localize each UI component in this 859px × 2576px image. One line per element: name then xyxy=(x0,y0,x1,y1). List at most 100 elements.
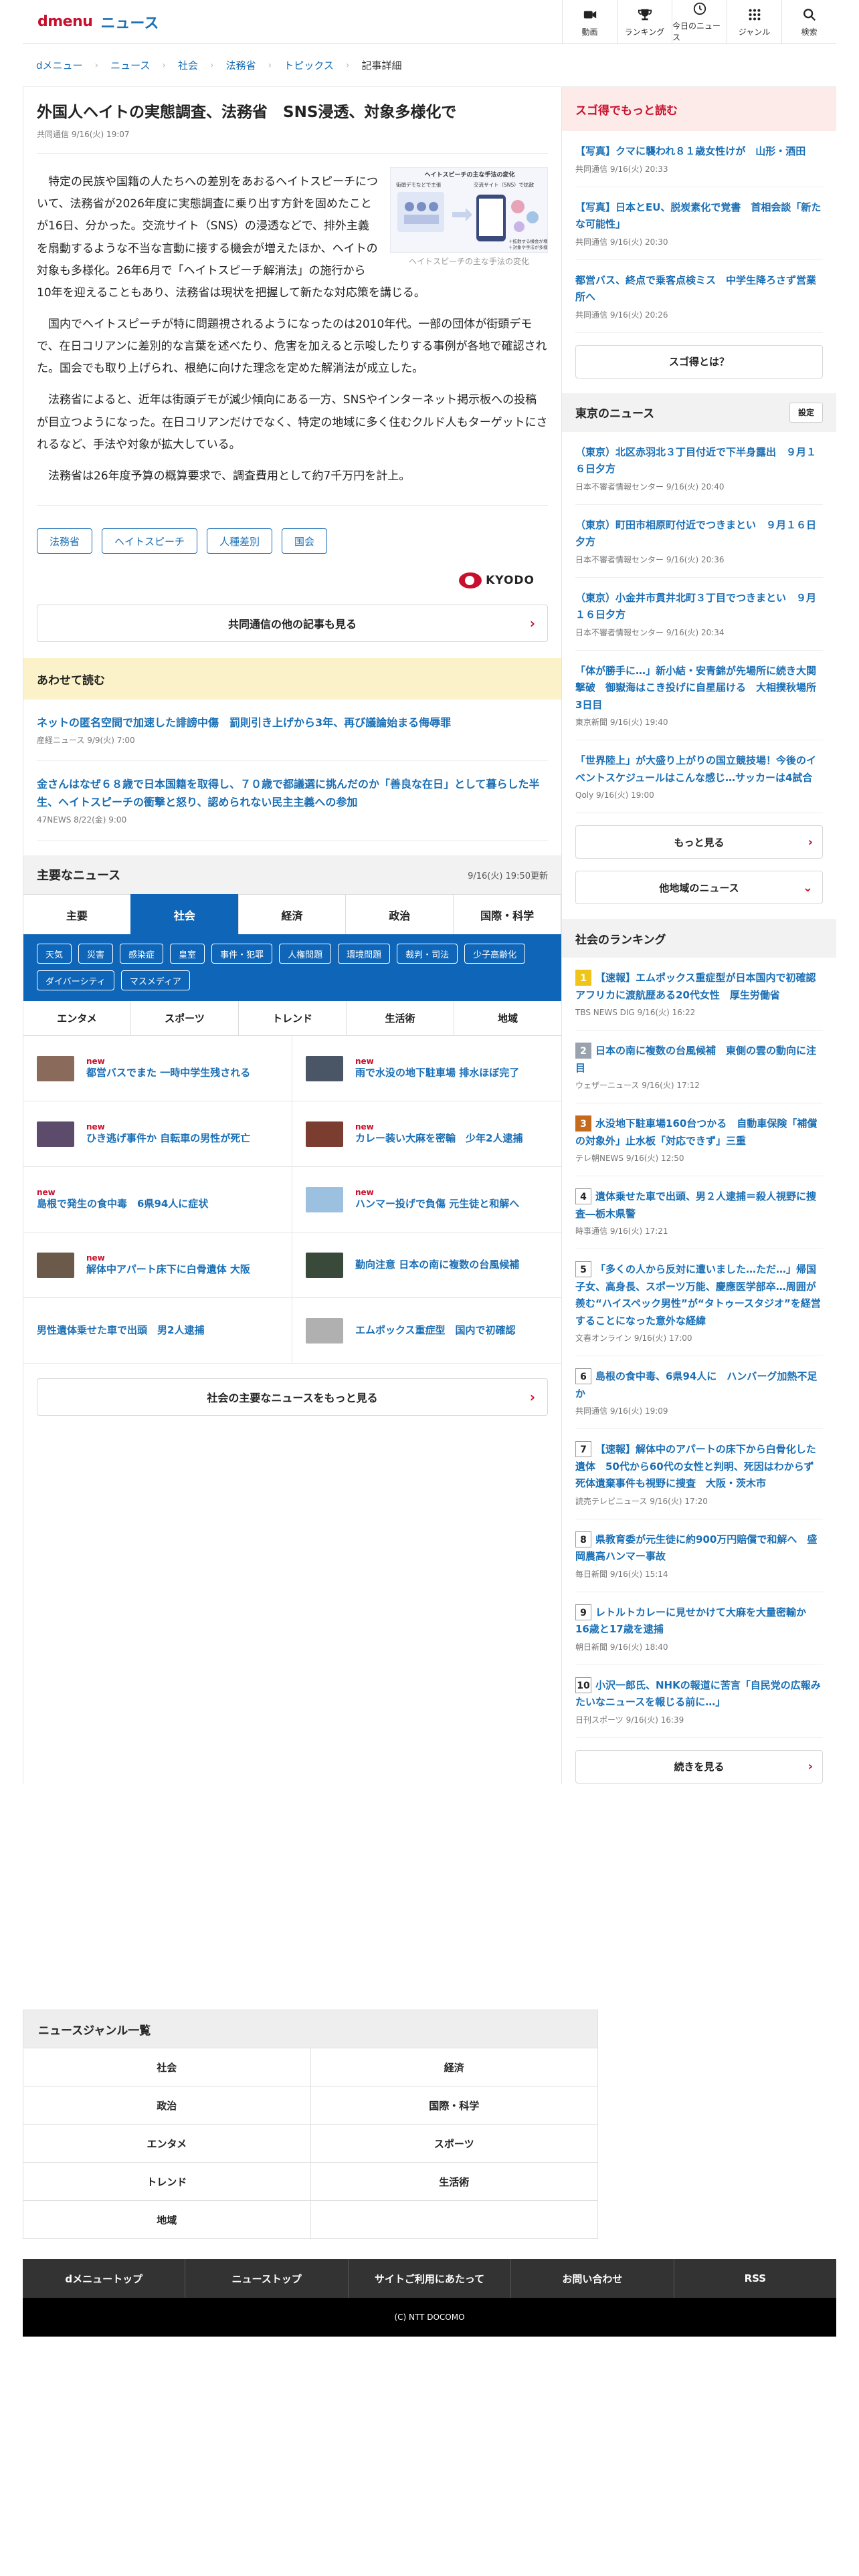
other-region-button[interactable]: 他地域のニュース ⌄ xyxy=(575,871,823,904)
genre-link[interactable]: トレンド xyxy=(23,2163,311,2201)
header-nav-grid[interactable]: ジャンル xyxy=(727,0,781,44)
ranking-item-title[interactable]: 10 小沢一郎氏、NHKの報道に苦言「自民党の広報みたいなニュースを報じる前に…」 xyxy=(575,1677,823,1711)
tab2-4[interactable]: 地域 xyxy=(454,1001,561,1035)
tokyo-news-item[interactable]: 「世界陸上」が大盛り上がりの国立競技場！今後のイベントスケジュールはこんな感じ…… xyxy=(562,740,836,813)
ranking-item[interactable]: 6 島根の食中毒、6県94人に ハンバーグ加熱不足か 共同通信 9/16(火) 19… xyxy=(562,1356,836,1429)
article-tag[interactable]: ヘイトスピーチ xyxy=(102,528,198,554)
news-grid-title[interactable]: 勤向注意 日本の南に複数の台風候補 xyxy=(355,1258,519,1272)
ranking-item-title[interactable]: 6 島根の食中毒、6県94人に ハンバーグ加熱不足か xyxy=(575,1368,823,1402)
news-thumbnail[interactable] xyxy=(306,1121,343,1147)
related-item-title[interactable]: ネットの匿名空間で加速した誹謗中傷 罰則引き上げから3年、再び議論始まる侮辱罪 xyxy=(37,714,548,732)
sugotoku-item-title[interactable]: 都営バス、終点で乗客点検ミス 中学生降ろさず営業所へ xyxy=(575,272,823,306)
header-nav-trophy[interactable]: ランキング xyxy=(617,0,672,44)
genre-link[interactable]: 社会 xyxy=(23,2048,311,2086)
ranking-item-title[interactable]: 2 日本の南に複数の台風候補 東側の雲の動向に注目 xyxy=(575,1043,823,1077)
ranking-item[interactable]: 4 遺体乗せた車で出頭、男２人逮捕＝殺人視野に捜査―栃木県警 時事通信 9/16(火… xyxy=(562,1176,836,1249)
news-grid-item[interactable]: new 解体中アパート床下に白骨遺体 大阪 xyxy=(23,1232,292,1299)
ranking-item-title[interactable]: 1 【速報】エムポックス重症型が日本国内で初確認 アフリカに渡航歴ある20代女性 … xyxy=(575,970,826,1004)
ranking-title-text[interactable]: 日本の南に複数の台風候補 東側の雲の動向に注目 xyxy=(575,1045,816,1074)
topic-chip[interactable]: 少子高齢化 xyxy=(464,944,526,964)
sugotoku-item-title[interactable]: 【写真】日本とEU、脱炭素化で覚書 首相会談「新たな可能性」 xyxy=(575,199,823,233)
ranking-title-text[interactable]: 水没地下駐車場160台つかる 自動車保険「補償の対象外」止水板「対応できず」三重 xyxy=(575,1117,817,1147)
ranking-item[interactable]: 7 【速報】解体中のアパートの床下から白骨化した遺体 50代から60代の女性と判明… xyxy=(562,1429,836,1519)
news-grid-item[interactable]: new 都営バスでまた 一時中学生残される xyxy=(23,1036,292,1102)
ranking-item-title[interactable]: 5 「多くの人から反対に遭いました…ただ…」帰国子女、高身長、スポーツ万能、慶應医… xyxy=(575,1261,823,1329)
topic-chip[interactable]: ダイバーシティ xyxy=(37,970,114,991)
footer-link[interactable]: お問い合わせ xyxy=(511,2259,674,2298)
ranking-item[interactable]: 9 レトルトカレーに見せかけて大麻を大量密輸か 16歳と17歳を逮捕 朝日新聞 9/… xyxy=(562,1592,836,1665)
ranking-item[interactable]: 5 「多くの人から反対に遭いました…ただ…」帰国子女、高身長、スポーツ万能、慶應医… xyxy=(562,1249,836,1356)
news-grid-item[interactable]: new ひき逃げ事件か 自転車の男性が死亡 xyxy=(23,1101,292,1168)
tokyo-news-item[interactable]: （東京）町田市相原町付近でつきまとい ９月１６日夕方 日本不審者情報センター 9/… xyxy=(562,505,836,578)
dmenu-logo[interactable]: dmenu xyxy=(37,13,93,30)
tab2-1[interactable]: スポーツ xyxy=(131,1001,239,1036)
related-item-title[interactable]: 金さんはなぜ６８歳で日本国籍を取得し、７０歳で都議選に挑んだのか「善良な在日」と… xyxy=(37,776,548,811)
ranking-title-text[interactable]: 【速報】解体中のアパートの床下から白骨化した遺体 50代から60代の女性と判明、… xyxy=(575,1443,824,1489)
ranking-title-text[interactable]: 「多くの人から反対に遭いました…ただ…」帰国子女、高身長、スポーツ万能、慶應医学… xyxy=(575,1263,821,1327)
ranking-item-title[interactable]: 3 水没地下駐車場160台つかる 自動車保険「補償の対象外」止水板「対応できず」三… xyxy=(575,1115,823,1150)
main-news-more-button[interactable]: 社会の主要なニュースをもっと見る › xyxy=(37,1378,548,1416)
topic-chip[interactable]: 環境問題 xyxy=(338,944,391,964)
article-figure[interactable]: ヘイトスピーチの主な手法の変化 街頭デモなどで主張 交流サイト（SNS）で拡散 xyxy=(390,167,548,267)
related-item[interactable]: 金さんはなぜ６８歳で日本国籍を取得し、７０歳で都議選に挑んだのか「善良な在日」と… xyxy=(23,761,561,841)
news-grid-title[interactable]: ひき逃げ事件か 自転車の男性が死亡 xyxy=(86,1132,250,1146)
sugotoku-about-button[interactable]: スゴ得とは？ xyxy=(575,344,823,379)
ranking-item[interactable]: 8 県教育委が元生徒に約900万円賠償で和解へ 盛岡農高ハンマー事故 毎日新聞 9/… xyxy=(562,1519,836,1592)
news-logo-text[interactable]: ニュース xyxy=(100,11,159,33)
news-grid-item[interactable]: new カレー装い大麻を密輸 少年2人逮捕 xyxy=(292,1101,561,1168)
news-thumbnail[interactable] xyxy=(306,1055,343,1081)
sugotoku-item[interactable]: 都営バス、終点で乗客点検ミス 中学生降ろさず営業所へ 共同通信 9/16(火) 2… xyxy=(562,260,836,333)
news-grid-title[interactable]: ハンマー投げで負傷 元生徒と和解へ xyxy=(355,1197,519,1211)
ranking-item-title[interactable]: 7 【速報】解体中のアパートの床下から白骨化した遺体 50代から60代の女性と判明… xyxy=(575,1441,824,1493)
breadcrumb-item[interactable]: ニュース xyxy=(110,58,150,72)
ranking-item[interactable]: 2 日本の南に複数の台風候補 東側の雲の動向に注目 ウェザーニュース 9/16(火)… xyxy=(562,1031,836,1103)
tab2-0[interactable]: エンタメ xyxy=(23,1001,131,1036)
news-thumbnail[interactable] xyxy=(306,1252,343,1278)
topic-chip[interactable]: 事件・犯罪 xyxy=(211,944,273,964)
news-grid-title[interactable]: 島根で発生の食中毒 6県94人に症状 xyxy=(37,1197,208,1211)
news-thumbnail[interactable] xyxy=(306,1186,343,1212)
ranking-item-title[interactable]: 8 県教育委が元生徒に約900万円賠償で和解へ 盛岡農高ハンマー事故 xyxy=(575,1531,823,1566)
topic-chip[interactable]: 裁判・司法 xyxy=(397,944,458,964)
topic-chip[interactable]: マスメディア xyxy=(120,970,190,991)
ranking-title-text[interactable]: 【速報】エムポックス重症型が日本国内で初確認 アフリカに渡航歴ある20代女性 厚… xyxy=(575,972,826,1001)
header-nav-video[interactable]: 動画 xyxy=(562,0,617,44)
article-tag[interactable]: 国会 xyxy=(282,528,328,554)
news-grid-item[interactable]: new 島根で発生の食中毒 6県94人に症状 xyxy=(23,1167,292,1233)
sugotoku-item[interactable]: 【写真】日本とEU、脱炭素化で覚書 首相会談「新たな可能性」 共同通信 9/16(… xyxy=(562,187,836,260)
breadcrumb-item[interactable]: 法務省 xyxy=(226,58,256,72)
ranking-title-text[interactable]: 遺体乗せた車で出頭、男２人逮捕＝殺人視野に捜査―栃木県警 xyxy=(575,1190,816,1220)
ranking-more-button[interactable]: 続きを見る › xyxy=(575,1749,823,1784)
tokyo-news-item-title[interactable]: （東京）北区赤羽北３丁目付近で下半身露出 ９月１６日夕方 xyxy=(575,444,823,478)
sugotoku-item-title[interactable]: 【写真】クマに襲われ８１歳女性けが 山形・酒田 xyxy=(575,143,823,160)
genre-link[interactable]: 政治 xyxy=(23,2086,311,2125)
ranking-item[interactable]: 10 小沢一郎氏、NHKの報道に苦言「自民党の広報みたいなニュースを報じる前に…」… xyxy=(562,1665,836,1738)
article-tag[interactable]: 人種差別 xyxy=(207,528,273,554)
tokyo-news-item-title[interactable]: 「世界陸上」が大盛り上がりの国立競技場！今後のイベントスケジュールはこんな感じ…… xyxy=(575,752,823,786)
news-grid-title[interactable]: エムポックス重症型 国内で初確認 xyxy=(355,1323,516,1337)
header-nav-clock[interactable]: 今日のニュース xyxy=(672,0,727,44)
news-grid-title[interactable]: 解体中アパート床下に白骨遺体 大阪 xyxy=(86,1263,250,1277)
footer-link[interactable]: RSS xyxy=(674,2259,836,2298)
news-thumbnail[interactable] xyxy=(37,1055,74,1081)
header-nav-search[interactable]: 検索 xyxy=(781,0,836,44)
region-settings-button[interactable]: 設定 xyxy=(789,402,823,423)
tab2-2[interactable]: トレンド xyxy=(239,1001,347,1036)
news-grid-title[interactable]: 雨で水没の地下駐車場 排水ほぼ完了 xyxy=(355,1066,519,1080)
news-thumbnail[interactable] xyxy=(37,1252,74,1278)
topic-chip[interactable]: 感染症 xyxy=(120,944,164,964)
tokyo-news-item-title[interactable]: 「体が勝手に…」新小結・安青錦が先場所に続き大関撃破 御嶽海はこき投げに自星届け… xyxy=(575,663,823,714)
topic-chip[interactable]: 皇室 xyxy=(170,944,205,964)
site-logo[interactable]: dmenu ニュース xyxy=(37,11,159,33)
tokyo-news-item[interactable]: （東京）小金井市貫井北町３丁目でつきまとい ９月１６日夕方 日本不審者情報センター… xyxy=(562,578,836,651)
news-grid-title[interactable]: 男性遺体乗せた車で出頭 男2人逮捕 xyxy=(37,1323,204,1337)
ranking-title-text[interactable]: 小沢一郎氏、NHKの報道に苦言「自民党の広報みたいなニュースを報じる前に…」 xyxy=(575,1679,821,1709)
article-tag[interactable]: 法務省 xyxy=(37,528,93,554)
news-grid-item[interactable]: 男性遺体乗せた車で出頭 男2人逮捕 xyxy=(23,1298,292,1364)
news-thumbnail[interactable] xyxy=(306,1317,343,1344)
news-grid-title[interactable]: 都営バスでまた 一時中学生残される xyxy=(86,1066,250,1080)
topic-chip[interactable]: 天気 xyxy=(37,944,72,964)
topic-chip[interactable]: 災害 xyxy=(78,944,114,964)
ranking-item[interactable]: 1 【速報】エムポックス重症型が日本国内で初確認 アフリカに渡航歴ある20代女性 … xyxy=(562,958,836,1031)
genre-link[interactable]: 生活術 xyxy=(310,2163,598,2201)
